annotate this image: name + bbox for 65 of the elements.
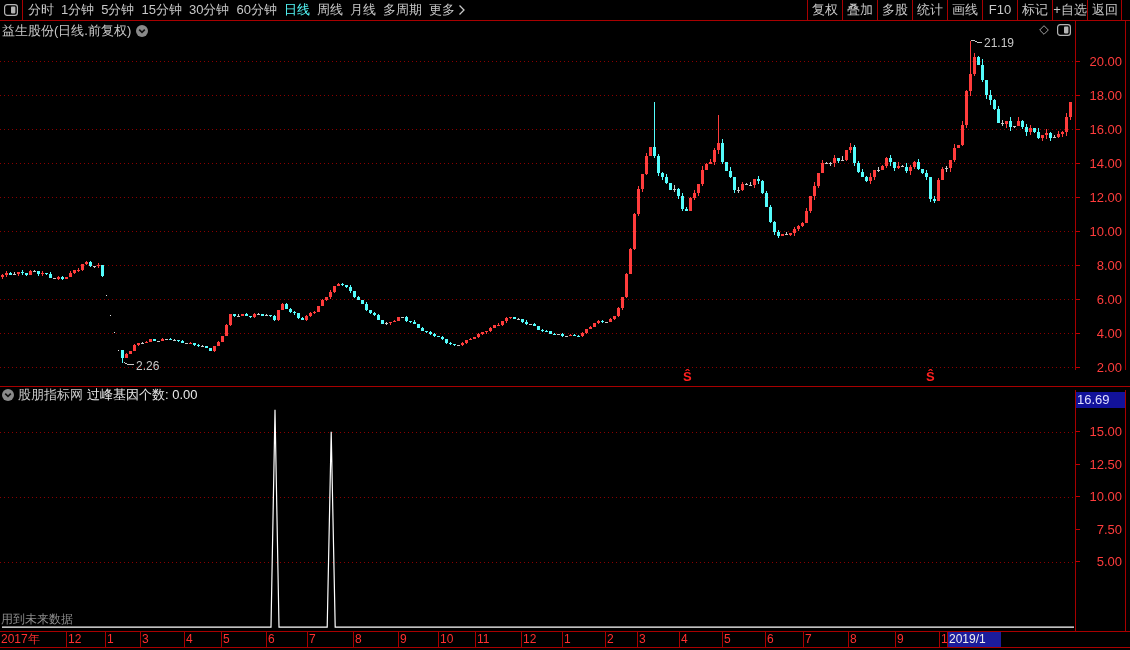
time-axis-label: 9 [895,632,939,647]
period-tab[interactable]: 月线 [349,0,376,20]
period-tab[interactable]: 周线 [316,0,343,20]
toolbar-button[interactable]: 复权 [807,0,842,20]
period-tab[interactable]: 多周期 [382,0,422,20]
price-axis-label: 20.00 [1089,53,1123,70]
period-tab[interactable]: 分时 [28,0,54,20]
time-axis-label: 9 [398,632,438,647]
time-axis-label: 10 [438,632,475,647]
time-axis-label: 3 [140,632,184,647]
panel-icon [4,4,18,16]
period-tab[interactable]: 60分钟 [236,0,277,20]
price-axis-label: 6.00 [1096,291,1123,308]
period-tab[interactable]: 日线 [283,0,310,20]
indicator-axis-label: 5.00 [1096,553,1123,571]
time-axis-label: 4 [184,632,221,647]
indicator-axis-label: 15.00 [1089,423,1123,441]
price-axis-label: 14.00 [1089,155,1123,172]
price-axis-label: 10.00 [1089,223,1123,240]
toolbar-button[interactable]: 统计 [912,0,947,20]
time-axis-label: 1 [562,632,605,647]
time-axis-label: 5 [221,632,266,647]
period-tab[interactable]: 1分钟 [61,0,95,20]
indicator-axis-label: 10.00 [1089,488,1123,506]
axis-value-label: 16.69 [1076,392,1125,408]
toolbar-button[interactable]: +自选 [1052,0,1087,20]
toolbar-button[interactable]: 多股 [877,0,912,20]
time-axis-label: 12 [521,632,562,647]
period-tab[interactable]: 5分钟 [101,0,135,20]
chevron-right-icon [457,4,466,16]
indicator-title: 过峰基因个数: 0.00 [87,387,198,403]
more-button[interactable]: 更多 [428,0,466,20]
dropdown-icon[interactable] [2,389,14,401]
time-axis-label: 2017年 [0,632,41,647]
price-axis-label: 16.00 [1089,121,1123,138]
future-data-note: 用到未来数据 [1,612,73,626]
toolbar-button[interactable]: 叠加 [842,0,877,20]
indicator-axis-label: 12.50 [1089,455,1123,473]
time-axis-label: 4 [679,632,722,647]
price-axis-label: 4.00 [1096,325,1123,342]
toolbar-button[interactable]: 画线 [947,0,982,20]
period-tab[interactable]: 15分钟 [141,0,182,20]
period-tab[interactable]: 30分钟 [188,0,230,20]
indicator-axis-label: 7.50 [1096,520,1123,538]
price-axis-label: 18.00 [1089,87,1123,104]
time-axis-label: 11 [475,632,521,647]
time-axis-label: 1 [105,632,140,647]
time-axis-label: 5 [722,632,765,647]
time-axis-label: 8 [848,632,895,647]
time-axis-label: 2 [605,632,637,647]
time-axis-label: 6 [765,632,803,647]
time-axis-label: 6 [266,632,307,647]
time-axis-label: 3 [637,632,679,647]
time-axis-label: 2019/1 [947,632,1001,647]
time-axis-label: 7 [803,632,848,647]
toolbar-button[interactable]: 标记 [1017,0,1052,20]
toolbar-button[interactable]: 返回 [1087,0,1122,20]
price-axis-label: 8.00 [1096,257,1123,274]
toolbar-button[interactable]: F10 [982,0,1017,20]
indicator-source: 股朋指标网 [18,387,83,403]
time-axis-label: 8 [353,632,398,647]
price-axis-label: 12.00 [1089,189,1123,206]
price-axis-label: 2.00 [1096,359,1123,376]
time-axis-label: 7 [307,632,353,647]
time-axis-label: 12 [66,632,105,647]
